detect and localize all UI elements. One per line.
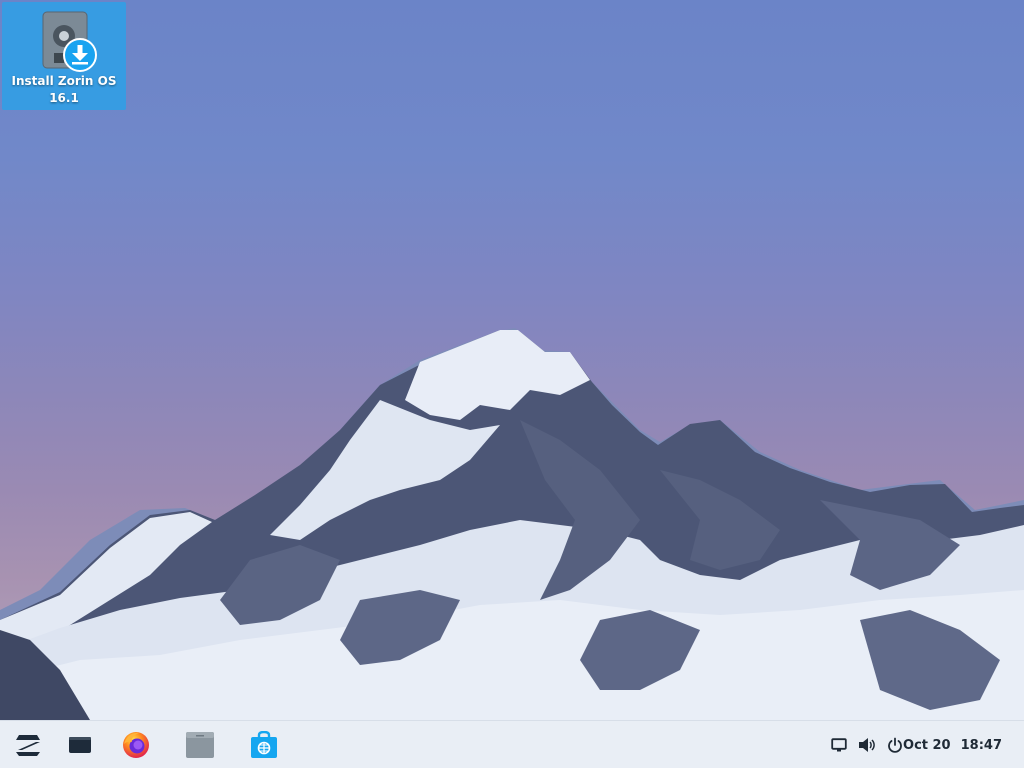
clock-time: 18:47 bbox=[960, 737, 1002, 753]
software-store-icon bbox=[251, 731, 277, 758]
files-launcher[interactable] bbox=[183, 728, 217, 762]
taskbar: Oct 20 18:47 bbox=[0, 720, 1024, 768]
power-tray-button[interactable] bbox=[886, 736, 904, 754]
desktop-icon-label: Install Zorin OS 16.1 bbox=[11, 74, 117, 105]
volume-tray-button[interactable] bbox=[858, 736, 876, 754]
desktop-icon-install-zorin[interactable]: Install Zorin OS 16.1 bbox=[2, 2, 126, 110]
firefox-icon bbox=[123, 732, 149, 758]
window-overview-button[interactable] bbox=[63, 728, 97, 762]
desktop-background[interactable]: Install Zorin OS 16.1 bbox=[0, 0, 1024, 720]
display-tray-button[interactable] bbox=[830, 736, 848, 754]
window-overview-icon bbox=[69, 737, 91, 753]
software-store-launcher[interactable] bbox=[247, 728, 281, 762]
display-icon bbox=[831, 738, 847, 752]
folder-icon bbox=[186, 732, 214, 758]
clock-date: Oct 20 bbox=[903, 737, 951, 753]
mountain-wallpaper bbox=[0, 328, 1024, 720]
clock[interactable]: Oct 20 18:47 bbox=[903, 721, 1002, 769]
zorin-logo-icon bbox=[16, 735, 40, 756]
zorin-menu-button[interactable] bbox=[11, 728, 45, 762]
volume-icon bbox=[859, 738, 875, 752]
system-tray bbox=[830, 721, 904, 769]
firefox-launcher[interactable] bbox=[119, 728, 153, 762]
power-icon bbox=[888, 737, 902, 753]
installer-disk-download-icon bbox=[42, 11, 97, 72]
